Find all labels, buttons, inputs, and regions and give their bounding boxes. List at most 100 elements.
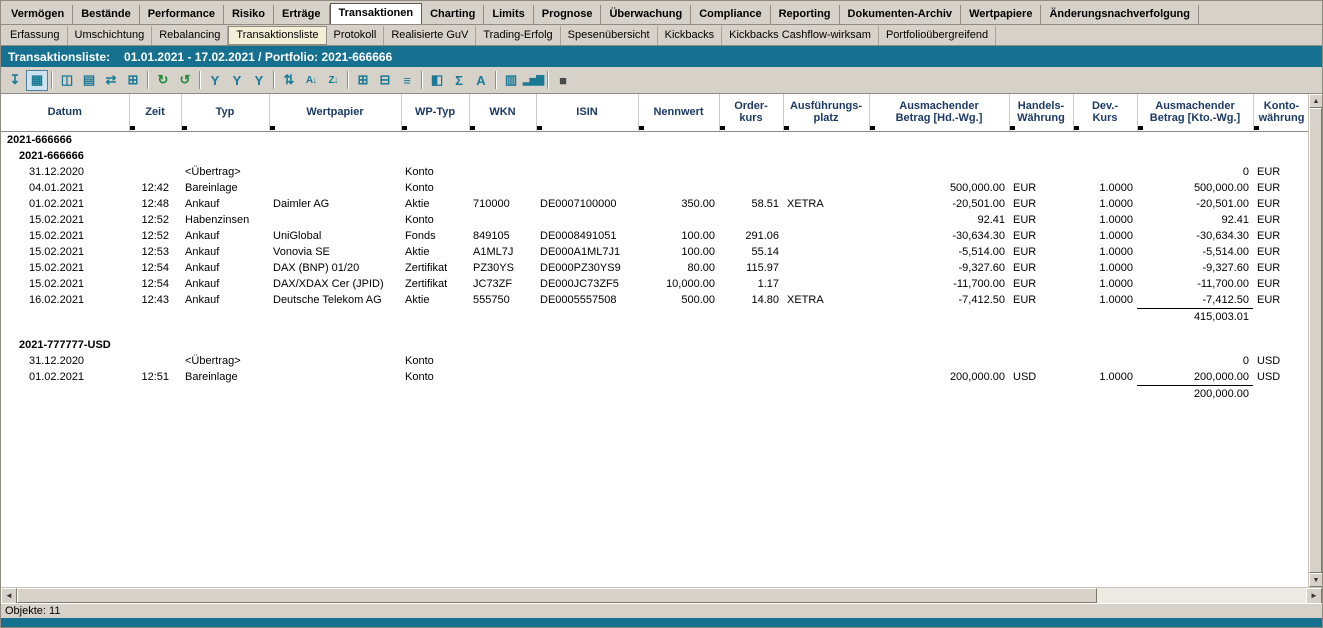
subtab-erfassung[interactable]: Erfassung (3, 26, 68, 45)
menu-tab-charting[interactable]: Charting (422, 5, 484, 24)
print-icon[interactable]: ⊞ (122, 70, 144, 91)
cell-datum: 15.02.2021 (1, 228, 129, 244)
filter-apply-icon[interactable]: Y (226, 70, 248, 91)
menu-tab-vermoegen[interactable]: Vermögen (3, 5, 73, 24)
transaction-row[interactable]: 16.02.202112:43AnkaufDeutsche Telekom AG… (1, 292, 1310, 309)
vertical-scrollbar[interactable]: ▲ ▼ (1308, 94, 1322, 587)
record-icon[interactable]: ■ (552, 70, 574, 91)
table-chart-toggle-icon[interactable]: ▦ (26, 70, 48, 91)
column-header-wkn[interactable]: WKN (469, 94, 536, 131)
column-header-ausfuehrungsplatz[interactable]: Ausführungs-platz (783, 94, 869, 131)
chart-icon[interactable]: ▂▅▇ (522, 70, 544, 91)
column-header-datum[interactable]: Datum (1, 94, 129, 131)
freeze-pane-icon[interactable]: ◧ (426, 70, 448, 91)
menu-tab-ertraege[interactable]: Erträge (274, 5, 330, 24)
scroll-up-button[interactable]: ▲ (1309, 94, 1322, 108)
cell-typ: Ankauf (181, 196, 269, 212)
vertical-scroll-thumb[interactable] (1309, 108, 1322, 573)
sum-icon[interactable]: Σ (448, 70, 470, 91)
menu-tab-reporting[interactable]: Reporting (771, 5, 840, 24)
portfolio-group-row[interactable]: 2021-666666 (1, 131, 1310, 148)
menu-tab-limits[interactable]: Limits (484, 5, 533, 24)
transaction-row[interactable]: 31.12.2020<Übertrag>Konto0USD (1, 353, 1310, 369)
sort-ascending-icon[interactable]: A↓ (300, 70, 322, 91)
subtab-kickbacks-cashflow-wirksam[interactable]: Kickbacks Cashflow-wirksam (722, 26, 879, 45)
sort-icon[interactable]: ⇅ (278, 70, 300, 91)
column-header-line: Nennwert (641, 106, 717, 118)
expand-all-icon[interactable]: ⊞ (352, 70, 374, 91)
menu-tab-performance[interactable]: Performance (140, 5, 224, 24)
menu-tab-bestaende[interactable]: Bestände (73, 5, 140, 24)
menu-tab-compliance[interactable]: Compliance (691, 5, 770, 24)
menu-tab-wertpapiere[interactable]: Wertpapiere (961, 5, 1041, 24)
cell-orderkurs: 1.17 (719, 276, 783, 292)
account-group-row[interactable]: 2021-777777-USD (1, 337, 1310, 353)
column-header-kontowaehrung[interactable]: Konto-währung (1253, 94, 1310, 131)
subtab-trading-erfolg[interactable]: Trading-Erfolg (476, 26, 560, 45)
column-header-nennwert[interactable]: Nennwert (638, 94, 719, 131)
view-title-label: Transaktionsliste: (8, 50, 110, 64)
column-header-betrag_hd[interactable]: AusmachenderBetrag [Hd.-Wg.] (869, 94, 1009, 131)
column-header-line: währung (1256, 112, 1308, 124)
scroll-left-button[interactable]: ◄ (1, 588, 17, 604)
subtab-spesenuebersicht[interactable]: Spesenübersicht (561, 26, 658, 45)
column-header-isin[interactable]: ISIN (536, 94, 638, 131)
column-header-dev_kurs[interactable]: Dev.-Kurs (1073, 94, 1137, 131)
transaction-row[interactable]: 15.02.202112:52HabenzinsenKonto92.41EUR1… (1, 212, 1310, 228)
cell-wertpapier (269, 369, 401, 386)
subtab-rebalancing[interactable]: Rebalancing (152, 26, 228, 45)
column-header-wertpapier[interactable]: Wertpapier (269, 94, 401, 131)
column-header-handelswaehrung[interactable]: Handels-Währung (1009, 94, 1073, 131)
copy-icon[interactable]: ◫ (56, 70, 78, 91)
scroll-right-button[interactable]: ► (1306, 588, 1322, 604)
transaction-row[interactable]: 15.02.202112:52AnkaufUniGlobalFonds84910… (1, 228, 1310, 244)
column-header-orderkurs[interactable]: Order-kurs (719, 94, 783, 131)
transaction-row[interactable]: 31.12.2020<Übertrag>Konto0EUR (1, 164, 1310, 180)
subtab-transaktionsliste[interactable]: Transaktionsliste (228, 26, 326, 45)
transaction-row[interactable]: 01.02.202112:51BareinlageKonto200,000.00… (1, 369, 1310, 386)
transaction-row[interactable]: 04.01.202112:42BareinlageKonto500,000.00… (1, 180, 1310, 196)
reload-icon[interactable]: ↺ (174, 70, 196, 91)
menu-tab-dokumenten-archiv[interactable]: Dokumenten-Archiv (840, 5, 962, 24)
scroll-down-button[interactable]: ▼ (1309, 573, 1322, 587)
transaction-row[interactable]: 15.02.202112:54AnkaufDAX (BNP) 01/20Zert… (1, 260, 1310, 276)
transaction-row[interactable]: 01.02.202112:48AnkaufDaimler AGAktie7100… (1, 196, 1310, 212)
subtab-umschichtung[interactable]: Umschichtung (68, 26, 153, 45)
sort-descending-icon[interactable]: Z↓ (322, 70, 344, 91)
cell-datum: 31.12.2020 (1, 353, 129, 369)
collapse-all-icon[interactable]: ⊟ (374, 70, 396, 91)
column-header-betrag_kto[interactable]: AusmachenderBetrag [Kto.-Wg.] (1137, 94, 1253, 131)
swap-columns-icon[interactable]: ⇄ (100, 70, 122, 91)
transaction-row[interactable]: 15.02.202112:53AnkaufVonovia SEAktieA1ML… (1, 244, 1310, 260)
subtab-realisierte-guv[interactable]: Realisierte GuV (384, 26, 476, 45)
group-rows-icon[interactable]: ≡ (396, 70, 418, 91)
main-menu: VermögenBeständePerformanceRisikoErträge… (1, 1, 1322, 24)
menu-tab-prognose[interactable]: Prognose (534, 5, 602, 24)
horizontal-scrollbar[interactable]: ◄ ► (1, 587, 1322, 603)
column-settings-icon[interactable]: ▥ (500, 70, 522, 91)
horizontal-scroll-track[interactable] (1097, 588, 1306, 603)
menu-tab-transaktionen[interactable]: Transaktionen (330, 3, 423, 25)
filter-remove-icon[interactable]: Y (248, 70, 270, 91)
copy-table-icon[interactable]: ▤ (78, 70, 100, 91)
subtab-portfoliouebergreifend[interactable]: Portfolioübergreifend (879, 26, 996, 45)
column-header-wp_typ[interactable]: WP-Typ (401, 94, 469, 131)
cell-wkn (469, 353, 536, 369)
export-icon[interactable]: ↧ (4, 70, 26, 91)
cell-wertpapier: Vonovia SE (269, 244, 401, 260)
account-group-row[interactable]: 2021-666666 (1, 148, 1310, 164)
menu-tab-aenderungsnachverfolgung[interactable]: Änderungsnachverfolgung (1041, 5, 1199, 24)
subtab-kickbacks[interactable]: Kickbacks (658, 26, 723, 45)
cell-wkn (469, 180, 536, 196)
menu-tab-risiko[interactable]: Risiko (224, 5, 274, 24)
menu-tab-ueberwachung[interactable]: Überwachung (601, 5, 691, 24)
font-icon[interactable]: A (470, 70, 492, 91)
horizontal-scroll-thumb[interactable] (17, 588, 1097, 603)
application-window: VermögenBeständePerformanceRisikoErträge… (0, 0, 1323, 628)
column-header-zeit[interactable]: Zeit (129, 94, 181, 131)
subtab-protokoll[interactable]: Protokoll (327, 26, 385, 45)
filter-new-icon[interactable]: Y (204, 70, 226, 91)
refresh-icon[interactable]: ↻ (152, 70, 174, 91)
transaction-row[interactable]: 15.02.202112:54AnkaufDAX/XDAX Cer (JPID)… (1, 276, 1310, 292)
column-header-typ[interactable]: Typ (181, 94, 269, 131)
